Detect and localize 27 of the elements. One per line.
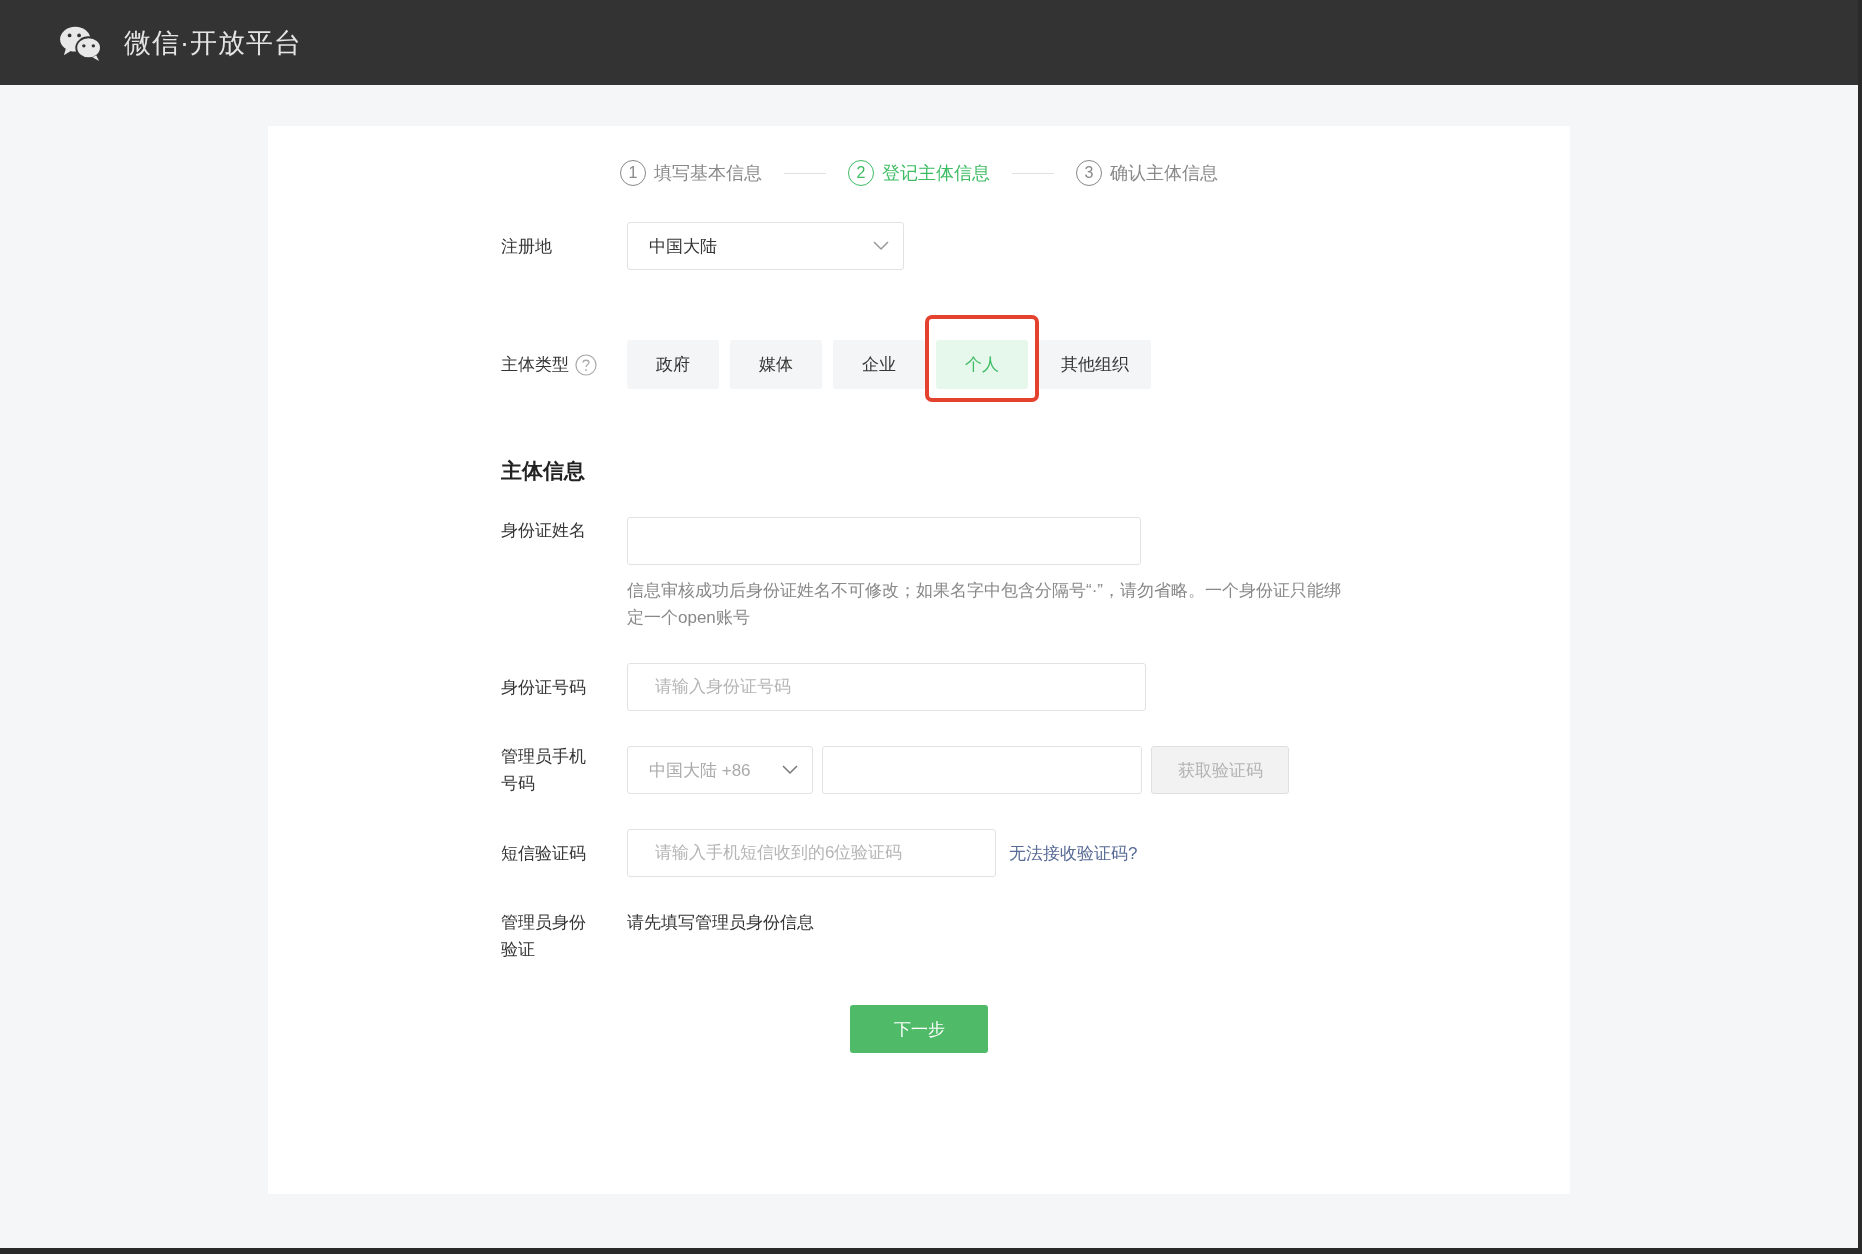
info-text: 请先填写管理员身份信息 <box>627 912 814 934</box>
chevron-down-icon <box>782 765 798 775</box>
hint-text: 信息审核成功后身份证姓名不可修改；如果名字中包含分隔号“·”，请勿省略。一个身份证只能绑定一个open账号 <box>627 580 1342 629</box>
type-option[interactable]: 其他组织 <box>1039 340 1151 389</box>
type-option[interactable]: 政府 <box>627 340 719 389</box>
field-label: 身份证号码 <box>501 676 587 699</box>
type-option[interactable]: 企业 <box>833 340 925 389</box>
step: 1 填写基本信息 <box>620 160 762 186</box>
step: 3 确认主体信息 <box>1076 160 1218 186</box>
chevron-down-icon <box>873 241 889 251</box>
sms-code-input[interactable]: 请输入手机短信收到的6位验证码 <box>627 829 996 877</box>
platform-title: 微信·开放平台 <box>124 26 302 60</box>
step: 2 登记主体信息 <box>848 160 990 186</box>
section-title: 主体信息 <box>501 458 586 484</box>
field-label: 身份证姓名 <box>501 520 587 542</box>
help-icon[interactable] <box>575 353 597 376</box>
field-label: 主体类型 <box>501 354 569 376</box>
type-option[interactable]: 媒体 <box>730 340 822 389</box>
field-label: 注册地 <box>501 235 553 258</box>
region-select[interactable]: 中国大陆 <box>627 222 904 270</box>
field-label: 短信验证码 <box>501 842 587 865</box>
id-number-input[interactable]: 请输入身份证号码 <box>627 663 1146 711</box>
field-label: 管理员身份验证 <box>501 912 587 961</box>
phone-input[interactable] <box>822 746 1142 794</box>
field-label: 管理员手机号码 <box>501 746 587 795</box>
name-input[interactable] <box>627 517 1141 565</box>
help-link[interactable]: 无法接收验证码? <box>1009 841 1138 865</box>
